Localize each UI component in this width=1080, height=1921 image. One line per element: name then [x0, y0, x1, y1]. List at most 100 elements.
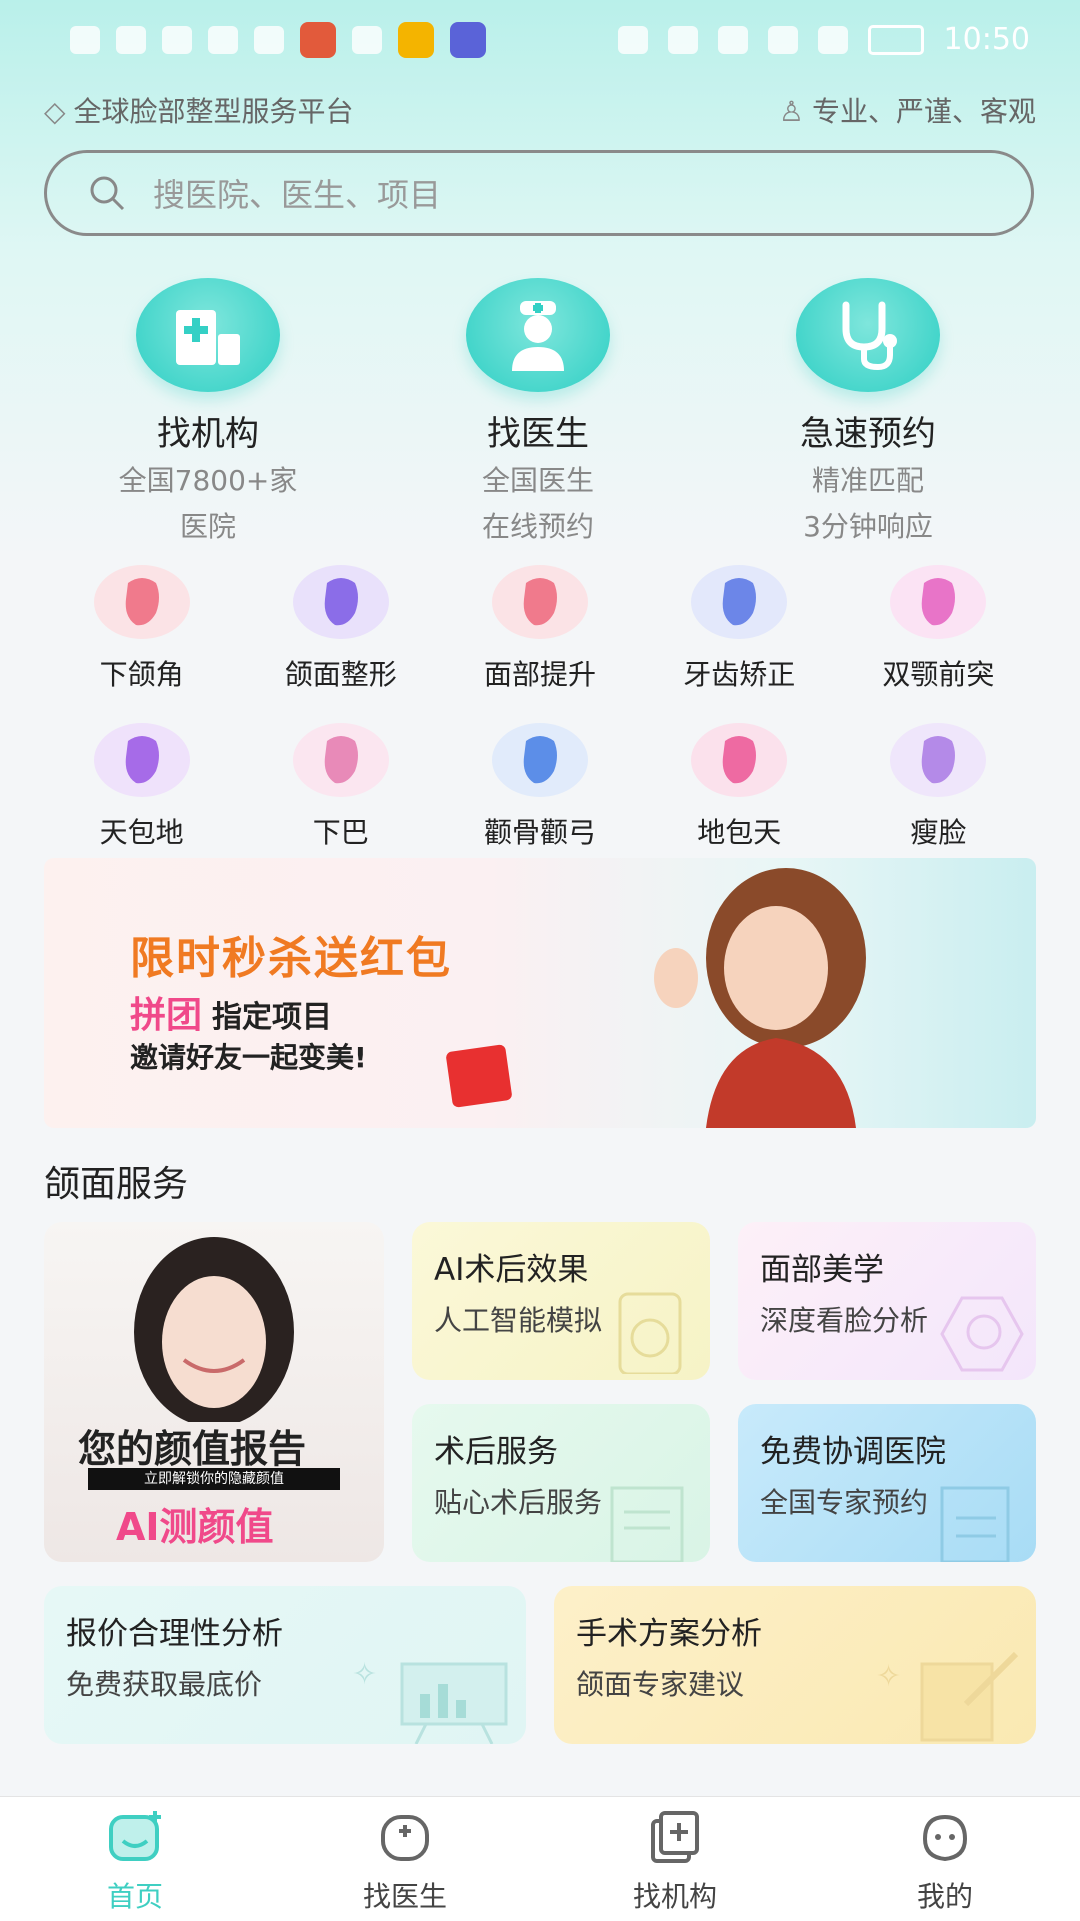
find-doctor-button[interactable]: 找医生 全国医生 在线预约	[373, 278, 703, 547]
nav-find-doctor[interactable]: 找医生	[270, 1797, 540, 1921]
service-title: 急速预约	[800, 414, 936, 454]
search-input[interactable]: 搜医院、医生、项目	[44, 150, 1034, 236]
stethoscope-icon	[796, 278, 940, 392]
sim-icon	[70, 26, 100, 54]
app-notification-icon	[352, 26, 382, 54]
category-item[interactable]: 面部提升	[440, 565, 639, 693]
category-item[interactable]: 牙齿矫正	[640, 565, 839, 693]
search-icon	[90, 176, 125, 211]
facial-aesthetics-card[interactable]: 面部美学 深度看脸分析	[738, 1222, 1036, 1380]
service-sub: 3分钟响应	[803, 510, 933, 543]
status-bar: 10:50	[0, 0, 1080, 84]
weibo-icon	[398, 22, 434, 58]
home-icon	[109, 1811, 161, 1861]
ai-score-cta: AI测颜值	[116, 1505, 274, 1549]
face-icon	[292, 565, 389, 639]
user-icon: ♙	[778, 95, 804, 128]
bluetooth-icon	[767, 25, 798, 54]
document-icon	[610, 1486, 684, 1562]
card-title: AI术后效果	[434, 1252, 589, 1288]
chart-board-icon: ✧	[352, 1657, 508, 1744]
face-icon	[890, 565, 987, 639]
card-title: 免费协调医院	[760, 1434, 946, 1470]
section-title: 颌面服务	[44, 1164, 189, 1205]
music-icon	[450, 22, 486, 58]
diamond-icon: ◇	[44, 95, 66, 128]
report-title: 您的颜值报告	[78, 1427, 307, 1471]
category-item[interactable]: 颌面整形	[241, 565, 440, 693]
signal-icon	[116, 26, 146, 54]
alarm-icon	[717, 25, 748, 54]
promo-banner[interactable]: 限时秒杀送红包 拼团 指定项目 邀请好友一起变美!	[44, 858, 1036, 1128]
face-icon	[691, 565, 788, 639]
nfc-icon	[667, 25, 698, 54]
category-item[interactable]: 双颚前突	[839, 565, 1038, 693]
hospital-icon	[136, 278, 280, 392]
ai-postop-effect-card[interactable]: AI术后效果 人工智能模拟	[412, 1222, 710, 1380]
card-title: 术后服务	[434, 1434, 558, 1470]
model-photo	[134, 1237, 294, 1422]
battery-icon	[867, 24, 924, 55]
profile-icon	[922, 1814, 968, 1862]
service-sub: 全国医生	[481, 464, 594, 497]
nav-home[interactable]: 首页	[0, 1797, 270, 1921]
find-institution-button[interactable]: 找机构 全国7800+家 医院	[43, 278, 373, 547]
face-analysis-icon	[940, 1296, 1024, 1372]
tagline-row: ◇ 全球脸部整型服务平台 ♙ 专业、严谨、客观	[44, 90, 1036, 130]
face-icon	[93, 565, 190, 639]
hospital-coordination-card[interactable]: 免费协调医院 全国专家预约	[738, 1404, 1036, 1562]
svg-text:✧: ✧	[352, 1657, 377, 1692]
postop-service-card[interactable]: 术后服务 贴心术后服务	[412, 1404, 710, 1562]
price-analysis-card[interactable]: 报价合理性分析 免费获取最底价 ✧	[44, 1586, 526, 1744]
face-icon	[93, 723, 190, 797]
platform-tagline: ◇ 全球脸部整型服务平台	[44, 95, 354, 128]
card-title: 面部美学	[760, 1252, 884, 1288]
clipboard-icon	[940, 1486, 1010, 1562]
eye-icon	[617, 25, 648, 54]
phone-hand-icon	[618, 1292, 682, 1374]
banner-subtitle: 拼团 指定项目	[130, 995, 333, 1036]
slogan: ♙ 专业、严谨、客观	[778, 95, 1036, 128]
clock: 10:50	[943, 22, 1030, 57]
main-services: 找机构 全国7800+家 医院 找医生 全国医生 在线预约 急速预约 精准匹配 …	[0, 278, 1080, 547]
service-sub: 在线预约	[481, 510, 594, 543]
service-sub: 精准匹配	[811, 464, 924, 497]
face-icon	[890, 723, 987, 797]
category-item[interactable]: 地包天	[640, 723, 839, 851]
category-item[interactable]: 下巴	[241, 723, 440, 851]
search-placeholder: 搜医院、医生、项目	[153, 176, 442, 214]
ai-face-score-card[interactable]: 您的颜值报告 立即解锁你的隐藏颜值 AI测颜值	[44, 1222, 384, 1562]
nav-find-institution[interactable]: 找机构	[540, 1797, 810, 1921]
institution-icon	[651, 1811, 699, 1863]
svg-text:✧: ✧	[876, 1659, 901, 1694]
category-item[interactable]: 下颌角	[42, 565, 241, 693]
face-icon	[292, 723, 389, 797]
red-envelope-icon	[445, 1044, 513, 1108]
signal-icon	[162, 26, 192, 54]
category-item[interactable]: 瘦脸	[839, 723, 1038, 851]
face-icon	[691, 723, 788, 797]
report-subtitle: 立即解锁你的隐藏颜值	[88, 1468, 340, 1490]
wifi-icon	[208, 26, 238, 54]
banner-title: 限时秒杀送红包	[130, 933, 452, 984]
banner-tagline: 邀请好友一起变美!	[130, 1041, 367, 1074]
bottom-nav: 首页 找医生 找机构 我的	[0, 1796, 1080, 1921]
clipboard-pen-icon: ✧	[876, 1651, 1019, 1742]
category-grid: 下颌角 颌面整形 面部提升 牙齿矫正 双颚前突 天包地 下巴 颧骨颧弓 地包天 …	[42, 565, 1038, 851]
face-icon	[491, 723, 588, 797]
service-title: 找机构	[157, 414, 259, 454]
service-sub: 医院	[179, 510, 236, 543]
face-icon	[491, 565, 588, 639]
quick-appointment-button[interactable]: 急速预约 精准匹配 3分钟响应	[703, 278, 1033, 547]
doctor-icon	[466, 278, 610, 392]
category-item[interactable]: 颧骨颧弓	[440, 723, 639, 851]
model-photo	[654, 868, 866, 1128]
doctor-icon	[381, 1815, 429, 1861]
category-item[interactable]: 天包地	[42, 723, 241, 851]
service-title: 找医生	[487, 414, 589, 454]
service-sub: 全国7800+家	[118, 464, 298, 497]
surgery-plan-card[interactable]: 手术方案分析 颌面专家建议 ✧	[554, 1586, 1036, 1744]
heart-app-icon	[254, 26, 284, 54]
nav-profile[interactable]: 我的	[810, 1797, 1080, 1921]
mute-icon	[817, 25, 848, 54]
